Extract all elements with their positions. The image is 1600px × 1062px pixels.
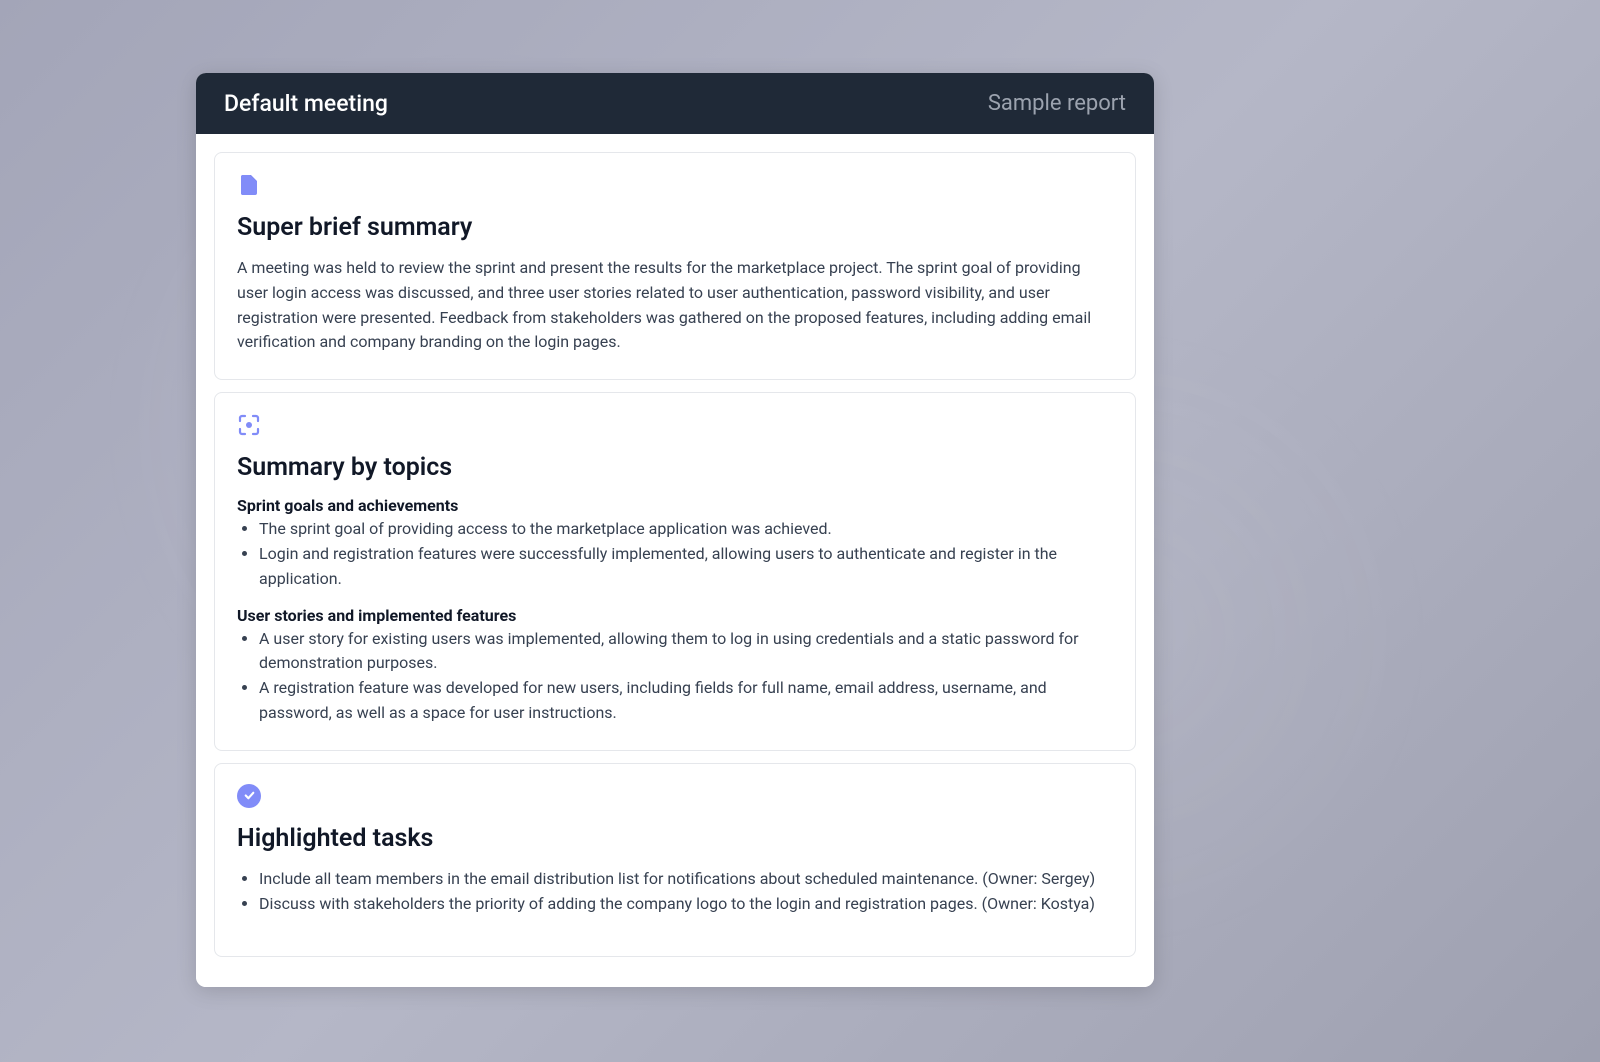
summary-card: Super brief summary A meeting was held t…	[214, 152, 1136, 380]
topic-heading: User stories and implemented features	[237, 606, 1113, 625]
report-container: Default meeting Sample report Super brie…	[196, 73, 1154, 987]
topic-item: A registration feature was developed for…	[259, 676, 1113, 726]
topic-list: A user story for existing users was impl…	[237, 627, 1113, 726]
topic-heading: Sprint goals and achievements	[237, 496, 1113, 515]
document-icon	[237, 173, 261, 197]
tasks-card: Highlighted tasks Include all team membe…	[214, 763, 1136, 958]
topic-group: User stories and implemented features A …	[237, 606, 1113, 726]
tasks-title: Highlighted tasks	[237, 824, 1113, 853]
check-badge-icon	[237, 784, 261, 808]
topics-card: Summary by topics Sprint goals and achie…	[214, 392, 1136, 751]
report-header: Default meeting Sample report	[196, 73, 1154, 134]
report-title: Default meeting	[224, 90, 388, 117]
focus-icon	[237, 413, 261, 437]
summary-text: A meeting was held to review the sprint …	[237, 256, 1113, 355]
topics-title: Summary by topics	[237, 453, 1113, 482]
topic-list: The sprint goal of providing access to t…	[237, 517, 1113, 591]
topic-item: Login and registration features were suc…	[259, 542, 1113, 592]
topic-group: Sprint goals and achievements The sprint…	[237, 496, 1113, 591]
task-list: Include all team members in the email di…	[237, 867, 1113, 917]
task-item: Discuss with stakeholders the priority o…	[259, 892, 1113, 917]
summary-title: Super brief summary	[237, 213, 1113, 242]
report-body: Super brief summary A meeting was held t…	[196, 134, 1154, 987]
report-subtitle: Sample report	[988, 91, 1126, 116]
topic-item: The sprint goal of providing access to t…	[259, 517, 1113, 542]
topic-item: A user story for existing users was impl…	[259, 627, 1113, 677]
task-item: Include all team members in the email di…	[259, 867, 1113, 892]
